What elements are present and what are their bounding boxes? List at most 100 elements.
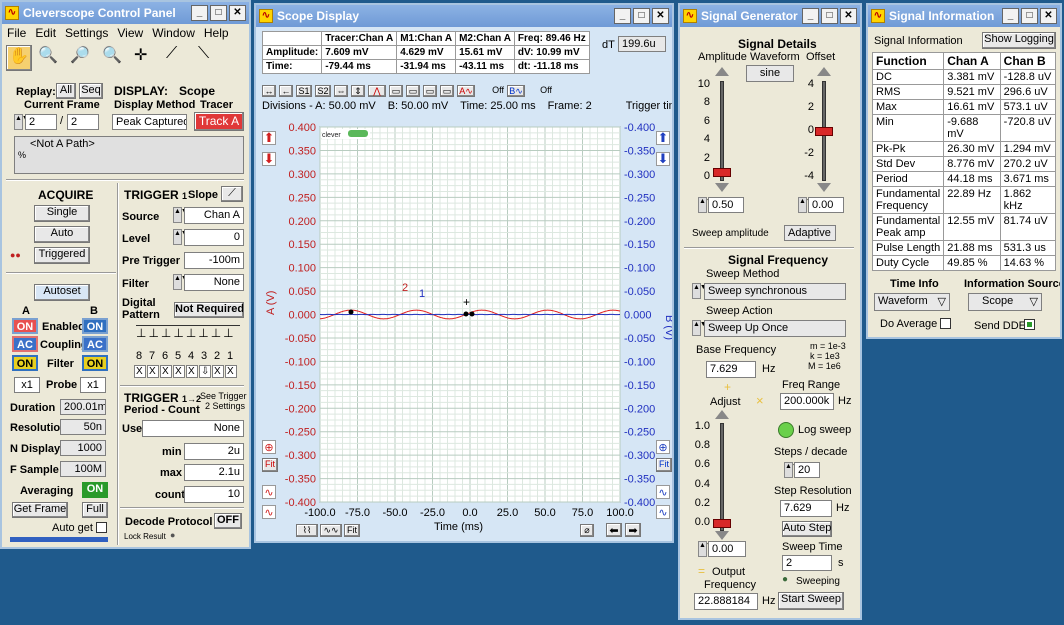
auto-button[interactable]: Auto (34, 226, 90, 243)
triggered-button[interactable]: Triggered (34, 247, 90, 264)
bit-value[interactable]: ⇩ (199, 365, 211, 378)
steps-spinner[interactable]: ▲▼ (784, 462, 799, 478)
single-button[interactable]: Single (34, 205, 90, 222)
bit-value[interactable]: X (173, 365, 185, 378)
probe-a-field[interactable]: x1 (14, 377, 40, 393)
signal-information-titlebar[interactable]: ∿ Signal Information _ □ ✕ (868, 5, 1060, 27)
bit-value[interactable]: X (212, 365, 224, 378)
scroll-icon[interactable]: ⌀ (580, 524, 594, 537)
menu-file[interactable]: File (7, 26, 26, 40)
scope-chart[interactable]: 0.4000.3500.3000.2500.2000.1500.1000.050… (256, 115, 674, 540)
menu-edit[interactable]: Edit (35, 26, 56, 40)
step-resolution-field[interactable]: 7.629 (780, 500, 832, 517)
scroll-left-icon[interactable]: ⬅ (606, 523, 622, 537)
show-logging-button[interactable]: Show Logging (982, 32, 1056, 49)
adj-down-arrow-icon[interactable] (715, 531, 729, 540)
enabled-b-toggle[interactable]: ON (82, 318, 108, 334)
crosshair-icon[interactable]: ✛ (134, 45, 160, 75)
left-right-icon[interactable]: ⇔ (334, 85, 348, 97)
trace-style-icon[interactable]: ⌇⌇ (296, 524, 318, 537)
do-average-checkbox[interactable] (940, 318, 951, 329)
maximize-icon[interactable]: □ (821, 8, 838, 24)
box-icon[interactable]: ▭ (389, 85, 403, 97)
autoset-button[interactable]: Autoset (34, 284, 90, 301)
amplitude-slider-track[interactable] (720, 81, 724, 181)
offset-slider-knob[interactable] (815, 127, 833, 136)
scroll-right-icon[interactable]: ➡ (625, 523, 641, 537)
frame-a-spinner[interactable]: ▲▼ (14, 114, 29, 130)
count-field[interactable]: 10 (184, 486, 244, 503)
trace-wave-icon[interactable]: ∿∿ (320, 524, 342, 537)
off-up-arrow-icon[interactable] (817, 67, 831, 76)
math-a-icon[interactable]: A∿ (457, 85, 475, 97)
coupling-a-toggle[interactable]: AC (12, 336, 38, 352)
filter-field[interactable]: None (184, 274, 244, 291)
full-button[interactable]: Full (82, 502, 108, 518)
waveform-field[interactable]: sine (746, 65, 794, 82)
replay-all-button[interactable]: All (56, 83, 76, 99)
sweep-action-spinner[interactable]: ▲▼ (692, 320, 707, 336)
enabled-a-toggle[interactable]: ON (12, 318, 38, 334)
close-icon[interactable]: ✕ (229, 5, 246, 21)
menu-window[interactable]: Window (152, 26, 195, 40)
start-sweep-button[interactable]: Start Sweep (778, 592, 844, 610)
path-field[interactable]: <Not A Path> % (14, 136, 244, 174)
duration-field[interactable]: 200.01m (60, 399, 106, 415)
replay-seq-button[interactable]: Seq (79, 83, 103, 99)
amplitude-field[interactable]: 0.50 (708, 197, 744, 213)
move-icon[interactable]: ← (279, 85, 293, 97)
offset-field[interactable]: 0.00 (808, 197, 844, 213)
minimize-icon[interactable]: _ (1002, 8, 1019, 24)
box-icon[interactable]: ▭ (423, 85, 437, 97)
auto-step-button[interactable]: Auto Step (782, 521, 832, 537)
maximize-icon[interactable]: □ (210, 5, 227, 21)
close-icon[interactable]: ✕ (1040, 8, 1057, 24)
not-required-button[interactable]: Not Required (174, 302, 244, 318)
zoom-out-icon[interactable]: 🔍 (102, 45, 128, 75)
amp-up-arrow-icon[interactable] (715, 67, 729, 76)
math-b-icon[interactable]: B∿ (507, 85, 525, 97)
averaging-toggle[interactable]: ON (82, 482, 108, 498)
s1-button[interactable]: S1 (296, 85, 312, 97)
menu-settings[interactable]: Settings (65, 26, 108, 40)
minimize-icon[interactable]: _ (802, 8, 819, 24)
frame-a-field[interactable]: 2 (25, 114, 57, 130)
sweep-method-field[interactable]: Sweep synchronous (704, 283, 846, 300)
bit-value[interactable]: X (225, 365, 237, 378)
off-spinner[interactable]: ▲▼ (798, 197, 813, 213)
output-frequency-field[interactable]: 22.888184 (694, 593, 758, 610)
menu-help[interactable]: Help (204, 26, 229, 40)
info-source-select[interactable]: Scope ▽ (968, 293, 1042, 311)
maximize-icon[interactable]: □ (1021, 8, 1038, 24)
sweep-method-spinner[interactable]: ▲▼ (692, 283, 707, 299)
dt-field[interactable]: 199.6u (618, 36, 666, 52)
track-a-button[interactable]: Track A (194, 112, 244, 131)
fit-x-button[interactable]: Fit (344, 524, 360, 537)
filter-b-toggle[interactable]: ON (82, 355, 108, 371)
source-spinner[interactable]: ▲▼ (173, 207, 188, 223)
maximize-icon[interactable]: □ (633, 8, 650, 24)
level-spinner[interactable]: ▲▼ (173, 229, 188, 245)
send-dde-checkbox[interactable] (1024, 319, 1035, 330)
adjust-slider-knob[interactable] (713, 519, 731, 528)
amp-down-arrow-icon[interactable] (715, 183, 729, 192)
signal-generator-titlebar[interactable]: ∿ Signal Generator C..._□✕ (680, 5, 860, 27)
use-field[interactable]: None (142, 420, 244, 437)
minimize-icon[interactable]: _ (191, 5, 208, 21)
bit-value[interactable]: X (147, 365, 159, 378)
adjust-slider-track[interactable] (720, 423, 724, 531)
amplitude-slider-knob[interactable] (713, 168, 731, 178)
ndisplay-field[interactable]: 1000 (60, 440, 106, 456)
auto-get-checkbox[interactable] (96, 522, 107, 533)
steps-field[interactable]: 20 (794, 462, 820, 478)
box-icon[interactable]: ▭ (406, 85, 420, 97)
filter-a-toggle[interactable]: ON (12, 355, 38, 371)
sweep-amp-field[interactable]: Adaptive (784, 225, 836, 241)
peak-icon[interactable]: ⋀ (368, 85, 386, 97)
min-field[interactable]: 2u (184, 443, 244, 460)
max-field[interactable]: 2.1u (184, 464, 244, 481)
sweep-action-field[interactable]: Sweep Up Once (704, 320, 846, 337)
bit-value[interactable]: X (134, 365, 146, 378)
display-method-field[interactable]: Peak Captured (112, 114, 187, 130)
adj-up-arrow-icon[interactable] (715, 410, 729, 419)
